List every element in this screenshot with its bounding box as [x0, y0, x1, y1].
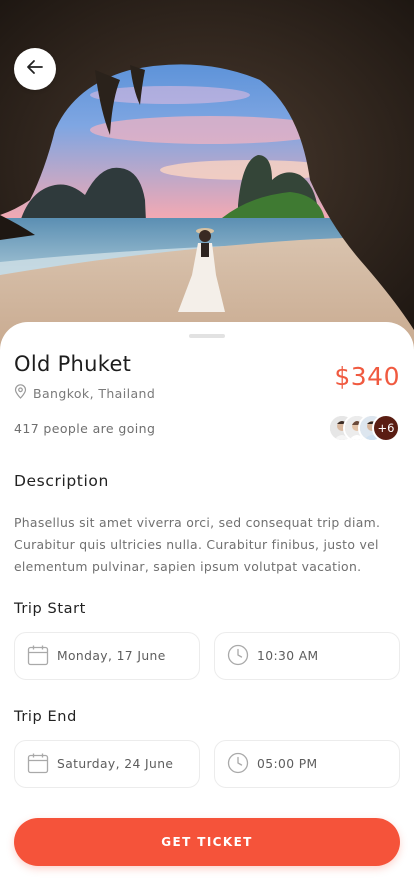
description-text: Phasellus sit amet viverra orci, sed con…: [14, 515, 381, 574]
avatar-more-count: +6: [372, 414, 400, 442]
calendar-icon: [27, 644, 49, 669]
location-pin-icon: [14, 384, 27, 402]
trip-end-time-field[interactable]: 05:00 PM: [214, 740, 400, 788]
trip-start-date-field[interactable]: Monday, 17 June: [14, 632, 200, 680]
trip-start-heading: Trip Start: [14, 601, 86, 617]
trip-location: Bangkok, Thailand: [14, 384, 155, 402]
arrow-left-icon: [25, 57, 45, 81]
trip-end-heading: Trip End: [14, 709, 77, 725]
trip-end-date-field[interactable]: Saturday, 24 June: [14, 740, 200, 788]
trip-end-time: 05:00 PM: [257, 757, 318, 771]
trip-title: Old Phuket: [14, 352, 132, 376]
location-text: Bangkok, Thailand: [33, 385, 156, 401]
people-going-text: 417 people are going: [14, 421, 156, 436]
trip-price: $340: [334, 362, 400, 391]
trip-start-time-field[interactable]: 10:30 AM: [214, 632, 400, 680]
beach-cave-photo: [0, 0, 414, 360]
trip-start-date: Monday, 17 June: [57, 649, 166, 663]
hero-image: [0, 0, 414, 360]
trip-start-time: 10:30 AM: [257, 649, 319, 663]
attendee-avatars[interactable]: +6: [328, 414, 400, 442]
sheet-drag-handle[interactable]: [189, 334, 225, 338]
back-button[interactable]: [14, 48, 56, 90]
calendar-icon: [27, 752, 49, 777]
description-heading: Description: [14, 472, 109, 490]
detail-sheet: Old Phuket $340 Bangkok, Thailand 417 pe…: [0, 322, 414, 896]
clock-icon: [227, 752, 249, 777]
get-ticket-button[interactable]: GET TICKET: [14, 818, 400, 866]
clock-icon: [227, 644, 249, 669]
trip-end-date: Saturday, 24 June: [57, 757, 174, 771]
